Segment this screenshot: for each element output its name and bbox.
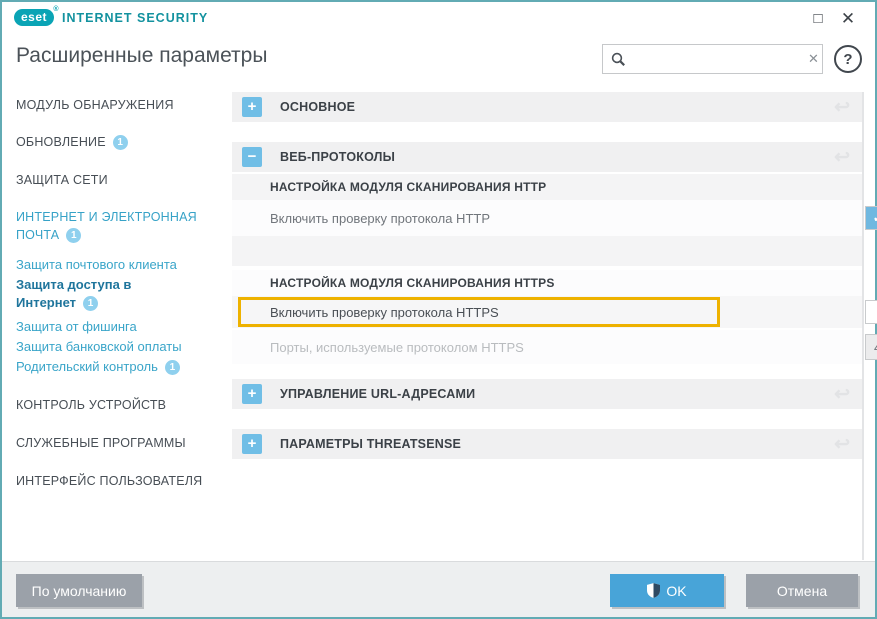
page-title: Расширенные параметры <box>16 44 267 68</box>
registered-mark: ® <box>53 6 59 13</box>
http-check-toggle-on[interactable]: ✓ <box>865 206 877 230</box>
uac-shield-icon <box>647 583 660 598</box>
revert-icon[interactable]: ↩ <box>834 433 850 456</box>
spacer-row <box>232 236 864 266</box>
expand-icon[interactable]: + <box>242 384 262 404</box>
section-header-basic[interactable]: + ОСНОВНОЕ ↩ <box>232 92 864 122</box>
sidebar-item-network-protection[interactable]: ЗАЩИТА СЕТИ <box>16 171 221 189</box>
default-button[interactable]: По умолчанию <box>16 574 142 607</box>
setting-label: Порты, используемые протоколом HTTPS <box>270 340 524 355</box>
revert-icon[interactable]: ↩ <box>834 383 850 406</box>
https-check-toggle-off[interactable]: ✕ <box>865 300 877 324</box>
cancel-button-label: Отмена <box>777 583 827 599</box>
revert-icon[interactable]: ↩ <box>834 96 850 119</box>
sidebar-item-label: Защита доступа в Интернет <box>16 277 131 310</box>
sidebar-item-web-access-protection[interactable]: Защита доступа в Интернет1 <box>16 276 191 312</box>
attention-badge: 1 <box>113 135 128 150</box>
default-button-label: По умолчанию <box>32 583 127 599</box>
toggle-check-icon: ✓ <box>866 207 877 229</box>
sidebar-item-label: ОБНОВЛЕНИЕ <box>16 135 106 149</box>
subsection-http-scanner: НАСТРОЙКА МОДУЛЯ СКАНИРОВАНИЯ HTTP <box>232 174 864 200</box>
footer-bar: По умолчанию OK Отмена <box>2 561 875 617</box>
section-label: ВЕБ-ПРОТОКОЛЫ <box>280 150 395 164</box>
section-header-web-protocols[interactable]: − ВЕБ-ПРОТОКОЛЫ ↩ <box>232 142 864 172</box>
attention-badge: 1 <box>66 228 81 243</box>
sidebar-item-detection-engine[interactable]: МОДУЛЬ ОБНАРУЖЕНИЯ <box>16 96 221 114</box>
search-icon <box>611 52 626 67</box>
expand-icon[interactable]: + <box>242 434 262 454</box>
sidebar-item-web-and-email[interactable]: ИНТЕРНЕТ И ЭЛЕКТРОННАЯ ПОЧТА1 <box>16 208 221 244</box>
toggle-knob <box>866 301 877 323</box>
sidebar-item-label: ИНТЕРНЕТ И ЭЛЕКТРОННАЯ ПОЧТА <box>16 210 197 242</box>
section-label: ОСНОВНОЕ <box>280 100 355 114</box>
section-header-url-management[interactable]: + УПРАВЛЕНИЕ URL-АДРЕСАМИ ↩ <box>232 379 864 409</box>
search-clear-icon[interactable]: ✕ <box>808 51 819 67</box>
sidebar-item-banking-protection[interactable]: Защита банковской оплаты <box>16 338 221 356</box>
search-box[interactable]: ✕ <box>602 44 823 74</box>
eset-logo-badge: eset ® <box>14 9 54 26</box>
scrollbar-track[interactable] <box>862 92 864 560</box>
product-name: INTERNET SECURITY <box>62 11 208 25</box>
subsection-title: НАСТРОЙКА МОДУЛЯ СКАНИРОВАНИЯ HTTPS <box>270 276 555 290</box>
close-button[interactable]: ✕ <box>837 8 859 30</box>
sidebar-item-device-control[interactable]: КОНТРОЛЬ УСТРОЙСТВ <box>16 396 221 414</box>
ok-button[interactable]: OK <box>610 574 724 607</box>
eset-logo: eset ® INTERNET SECURITY <box>14 9 208 26</box>
attention-badge: 1 <box>165 360 180 375</box>
eset-logo-text: eset <box>21 10 47 24</box>
sidebar-item-update[interactable]: ОБНОВЛЕНИЕ 1 <box>16 133 221 151</box>
sidebar-item-anti-phishing[interactable]: Защита от фишинга <box>16 318 221 336</box>
setting-row-https-ports: Порты, используемые протоколом HTTPS i <box>232 330 864 364</box>
help-icon[interactable]: ? <box>834 45 862 73</box>
collapse-icon[interactable]: − <box>242 147 262 167</box>
cancel-button[interactable]: Отмена <box>746 574 858 607</box>
setting-label: Включить проверку протокола HTTP <box>270 211 490 226</box>
titlebar: eset ® INTERNET SECURITY □ ✕ <box>2 2 875 34</box>
sidebar-item-tools[interactable]: СЛУЖЕБНЫЕ ПРОГРАММЫ <box>16 434 221 452</box>
subsection-https-scanner: НАСТРОЙКА МОДУЛЯ СКАНИРОВАНИЯ HTTPS <box>232 270 864 296</box>
sidebar-item-parental-control[interactable]: Родительский контроль 1 <box>16 358 221 376</box>
attention-badge: 1 <box>83 296 98 311</box>
sidebar-item-user-interface[interactable]: ИНТЕРФЕЙС ПОЛЬЗОВАТЕЛЯ <box>16 472 221 490</box>
ok-button-label: OK <box>666 583 686 599</box>
sidebar-item-email-client-protection[interactable]: Защита почтового клиента <box>16 256 221 274</box>
section-label: ПАРАМЕТРЫ THREATSENSE <box>280 437 461 451</box>
section-label: УПРАВЛЕНИЕ URL-АДРЕСАМИ <box>280 387 475 401</box>
highlight-outline <box>238 297 720 327</box>
search-input[interactable] <box>632 52 808 67</box>
maximize-button[interactable]: □ <box>807 8 829 30</box>
expand-icon[interactable]: + <box>242 97 262 117</box>
setting-row-http-check: Включить проверку протокола HTTP ✓ i <box>232 200 864 236</box>
revert-icon[interactable]: ↩ <box>834 146 850 169</box>
section-header-threatsense[interactable]: + ПАРАМЕТРЫ THREATSENSE ↩ <box>232 429 864 459</box>
sidebar-item-label: Родительский контроль <box>16 359 158 374</box>
https-ports-input <box>865 334 877 360</box>
subsection-title: НАСТРОЙКА МОДУЛЯ СКАНИРОВАНИЯ HTTP <box>270 180 546 194</box>
eset-advanced-settings-window: eset ® INTERNET SECURITY □ ✕ Расширенные… <box>0 0 877 619</box>
